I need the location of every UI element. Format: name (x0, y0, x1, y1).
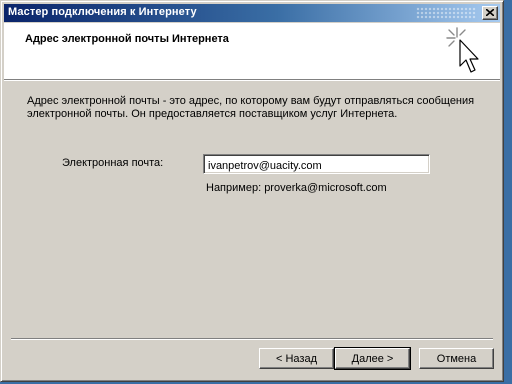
close-icon (486, 9, 494, 16)
wizard-window: Мастер подключения к Интернету Адрес эле… (0, 0, 504, 382)
close-button[interactable] (482, 6, 498, 20)
titlebar-decoration (416, 7, 476, 19)
next-button[interactable]: Далее > (334, 347, 411, 370)
example-hint: Например: proverka@microsoft.com (206, 182, 387, 194)
page-title: Адрес электронной почты Интернета (25, 33, 229, 45)
wizard-header: Адрес электронной почты Интернета (4, 23, 500, 81)
cancel-button[interactable]: Отмена (419, 348, 494, 369)
wizard-cursor-icon (446, 27, 479, 73)
email-label: Электронная почта: (62, 157, 164, 169)
description-text: Адрес электронной почты - это адрес, по … (27, 95, 475, 120)
title-bar[interactable]: Мастер подключения к Интернету (4, 4, 500, 22)
email-field[interactable] (203, 154, 430, 174)
footer-separator (11, 338, 493, 340)
back-button[interactable]: < Назад (259, 348, 334, 369)
window-title: Мастер подключения к Интернету (8, 6, 197, 18)
